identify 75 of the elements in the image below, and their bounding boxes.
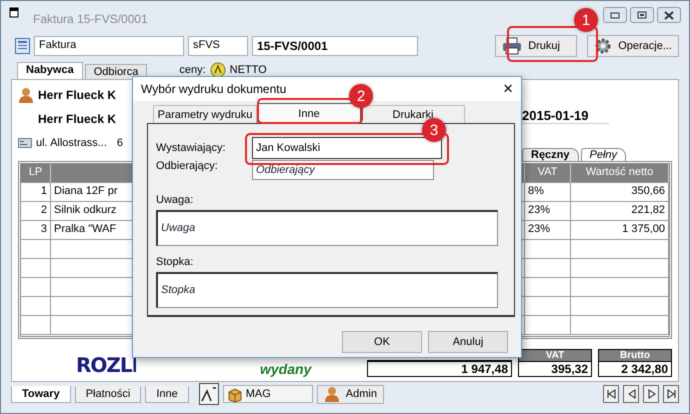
warehouse-dropdown[interactable]: MAG: [222, 385, 313, 403]
table-cell: 221,82: [571, 202, 669, 220]
receiver-field[interactable]: Odbierający: [252, 160, 434, 180]
table-cell: 23%: [525, 221, 571, 240]
maximize-icon: [635, 9, 649, 21]
table-cell: 2: [21, 202, 51, 220]
table-cell: 8%: [525, 183, 571, 202]
buyer-address: ul. Allostrass...: [36, 137, 107, 149]
table-cell: 3: [21, 221, 51, 240]
app-icon: [9, 7, 19, 18]
issue-status: wydany: [260, 361, 312, 377]
price-type: NETTO: [230, 64, 267, 76]
next-button[interactable]: [643, 385, 659, 403]
column-header: LP: [21, 164, 51, 182]
close-button[interactable]: [657, 7, 681, 23]
previous-button[interactable]: [623, 385, 639, 403]
tab[interactable]: Inne: [257, 103, 361, 123]
user-button[interactable]: Admin: [316, 384, 384, 404]
cancel-button[interactable]: Anuluj: [428, 331, 508, 353]
last-button[interactable]: [663, 385, 679, 403]
last-arrow-icon: [664, 388, 678, 400]
window-title: Faktura 15-FVS/0001: [33, 12, 148, 26]
buyer-address-number: 6: [116, 137, 124, 149]
document-icon: [15, 38, 30, 54]
bottom-tab[interactable]: Inne: [145, 386, 189, 402]
issuer-field[interactable]: Jan Kowalski: [252, 137, 442, 159]
gear-icon: [594, 37, 612, 55]
first-button[interactable]: [603, 385, 619, 403]
series-field[interactable]: sFVS: [188, 36, 248, 56]
field-label: Odbierający:: [156, 160, 219, 172]
buyer-full-name: Herr Flueck K: [38, 112, 116, 126]
tab[interactable]: Nabywca: [17, 62, 83, 79]
close-icon: [662, 9, 676, 21]
first-arrow-icon: [604, 388, 618, 400]
dialog-title: Wybór wydruku dokumentu: [141, 82, 286, 96]
price-label: ceny:: [179, 64, 206, 76]
close-button[interactable]: ×: [503, 79, 513, 99]
bottom-tab[interactable]: Płatności: [74, 386, 142, 402]
column-header: VAT: [525, 164, 571, 182]
column-header: Wartość netto: [571, 164, 669, 182]
maximize-button[interactable]: [630, 7, 654, 23]
minimize-button[interactable]: [603, 7, 627, 23]
tab[interactable]: Odbiorca: [84, 64, 148, 79]
mode-tab[interactable]: Pełny: [580, 148, 626, 162]
table-cell: 1: [21, 183, 51, 202]
ok-button[interactable]: OK: [342, 331, 422, 353]
note-field[interactable]: Uwaga: [156, 210, 498, 246]
footer-field[interactable]: Stopka: [156, 272, 498, 308]
total-value: 1 947,48: [368, 361, 511, 376]
printer-icon: [502, 37, 522, 55]
mode-tab[interactable]: Ręczny: [522, 148, 579, 162]
box-icon: [226, 386, 243, 402]
total-value: 2 342,80: [599, 361, 671, 376]
total-value: 395,32: [519, 361, 591, 376]
warehouse-value: MAG: [246, 388, 271, 400]
tab[interactable]: Parametry wydruku: [153, 105, 257, 123]
total-label: VAT: [519, 350, 591, 361]
table-cell: 23%: [525, 202, 571, 220]
buyer-name[interactable]: Herr Flueck K: [38, 88, 116, 102]
card-icon: [18, 137, 32, 149]
field-label: Stopka:: [156, 256, 194, 270]
document-type-field[interactable]: Faktura: [34, 36, 184, 56]
total-label: Brutto: [599, 350, 671, 361]
operations-button[interactable]: Operacje...: [587, 35, 679, 57]
settled-label: ROZLI: [76, 353, 136, 377]
field-label: Uwaga:: [156, 194, 194, 208]
person-icon: [324, 386, 340, 402]
table-cell: 1 375,00: [571, 221, 669, 240]
table-cell: 350,66: [571, 183, 669, 202]
print-button[interactable]: Drukuj: [495, 35, 578, 57]
person-icon: [18, 87, 34, 103]
number-field[interactable]: 15-FVS/0001: [252, 36, 418, 56]
tab[interactable]: Drukarki: [361, 105, 465, 123]
bottom-tab[interactable]: Towary: [11, 386, 71, 402]
field-label: Wystawiający:: [156, 142, 227, 154]
